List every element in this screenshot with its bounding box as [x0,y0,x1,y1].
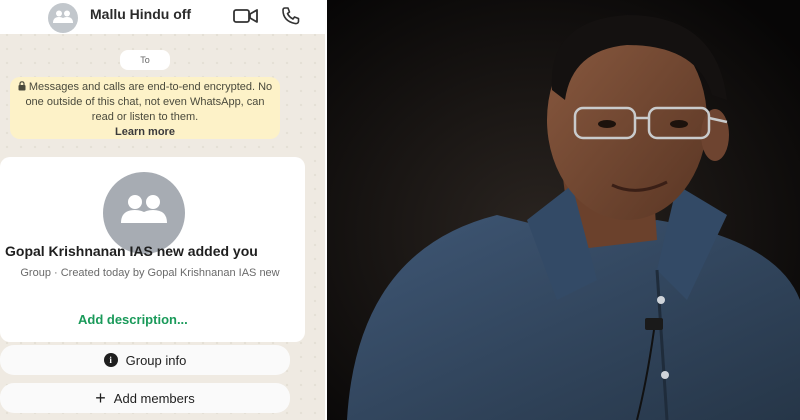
lock-icon [18,81,26,91]
video-call-icon[interactable] [233,7,259,25]
learn-more-link[interactable]: Learn more [16,125,274,140]
group-info-button[interactable]: i Group info [0,345,290,375]
encryption-text: Messages and calls are end-to-end encryp… [25,81,273,123]
chat-title[interactable]: Mallu Hindu off [90,6,191,22]
person-photo [327,0,800,420]
group-avatar-small[interactable] [48,3,78,33]
phone-icon[interactable] [281,7,301,25]
add-description-link[interactable]: Add description... [78,312,188,327]
portrait-illustration [327,0,800,420]
group-intro-card: Gopal Krishnanan IAS new added you Group… [0,157,305,342]
group-avatar-icon [121,195,167,223]
group-info-label: Group info [125,352,187,368]
card-title: Gopal Krishnanan IAS new added you [5,243,258,259]
whatsapp-screenshot: Mallu Hindu off To Messages and calls ar… [0,0,325,420]
date-chip: To [120,50,170,70]
info-icon: i [103,353,118,367]
group-avatar-icon [53,10,73,23]
card-subtitle: Group · Created today by Gopal Krishnana… [20,267,280,279]
add-members-label: Add members [113,390,195,406]
group-avatar[interactable] [103,172,185,254]
chat-header: Mallu Hindu off [0,0,325,34]
add-members-button[interactable]: + Add members [0,383,290,413]
plus-icon: + [95,388,106,408]
encryption-notice[interactable]: Messages and calls are end-to-end encryp… [10,77,280,139]
